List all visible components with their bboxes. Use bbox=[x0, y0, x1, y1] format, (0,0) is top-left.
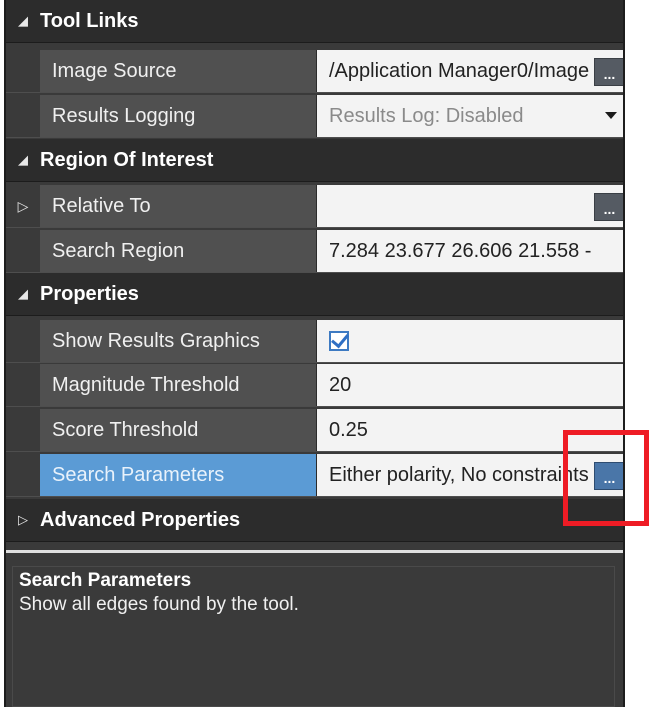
relative-to-value[interactable]: ... bbox=[317, 185, 623, 227]
property-row-results-logging[interactable]: Results Logging Results Log: Disabled bbox=[6, 95, 623, 138]
property-grid-panel: ◢ Tool Links Image Source /Application M… bbox=[4, 0, 625, 707]
property-row-relative-to[interactable]: ▷ Relative To ... bbox=[6, 185, 623, 228]
category-region-of-interest[interactable]: ◢ Region Of Interest bbox=[6, 139, 623, 182]
property-row-score-threshold[interactable]: Score Threshold 0.25 bbox=[6, 409, 623, 452]
expand-triangle-icon[interactable]: ▷ bbox=[6, 185, 40, 227]
description-panel: Search Parameters Show all edges found b… bbox=[12, 566, 615, 707]
description-text: Show all edges found by the tool. bbox=[19, 594, 299, 615]
property-name: Show Results Graphics bbox=[40, 320, 317, 362]
category-advanced-properties[interactable]: ▷ Advanced Properties bbox=[6, 499, 623, 542]
category-label: Tool Links bbox=[40, 9, 139, 32]
show-results-graphics-checkbox[interactable] bbox=[329, 331, 349, 351]
expand-triangle-icon[interactable]: ▷ bbox=[6, 512, 40, 528]
results-logging-dropdown[interactable]: Results Log: Disabled bbox=[317, 95, 623, 137]
property-name: Results Logging bbox=[40, 95, 317, 137]
property-name: Score Threshold bbox=[40, 409, 317, 451]
magnitude-threshold-input[interactable]: 20 bbox=[317, 364, 623, 406]
relative-to-browse-button[interactable]: ... bbox=[594, 193, 623, 221]
collapse-triangle-icon[interactable]: ◢ bbox=[6, 13, 40, 29]
property-name: Image Source bbox=[40, 50, 317, 92]
splitter[interactable] bbox=[6, 550, 623, 553]
collapse-triangle-icon[interactable]: ◢ bbox=[6, 152, 40, 168]
property-name-selected: Search Parameters bbox=[40, 454, 317, 496]
category-label: Advanced Properties bbox=[40, 508, 241, 531]
property-row-magnitude-threshold[interactable]: Magnitude Threshold 20 bbox=[6, 364, 623, 407]
property-name: Relative To bbox=[40, 185, 317, 227]
image-source-browse-button[interactable]: ... bbox=[594, 58, 623, 86]
category-label: Region Of Interest bbox=[40, 148, 214, 171]
property-row-image-source[interactable]: Image Source /Application Manager0/Image… bbox=[6, 50, 623, 93]
category-tool-links[interactable]: ◢ Tool Links bbox=[6, 0, 623, 43]
property-name: Magnitude Threshold bbox=[40, 364, 317, 406]
chevron-down-icon[interactable] bbox=[605, 112, 617, 119]
category-properties[interactable]: ◢ Properties bbox=[6, 273, 623, 316]
search-region-value[interactable]: 7.284 23.677 26.606 21.558 - bbox=[317, 230, 623, 272]
property-name: Search Region bbox=[40, 230, 317, 272]
category-label: Properties bbox=[40, 282, 139, 305]
property-row-search-parameters[interactable]: Search Parameters Either polarity, No co… bbox=[6, 454, 623, 497]
annotation-highlight-box bbox=[563, 430, 649, 526]
property-row-search-region[interactable]: Search Region 7.284 23.677 26.606 21.558… bbox=[6, 230, 623, 273]
image-source-value[interactable]: /Application Manager0/Image Source ... bbox=[317, 50, 623, 92]
description-title: Search Parameters bbox=[19, 570, 192, 591]
property-row-show-results-graphics[interactable]: Show Results Graphics bbox=[6, 320, 623, 363]
collapse-triangle-icon[interactable]: ◢ bbox=[6, 286, 40, 302]
show-results-graphics-value[interactable] bbox=[317, 320, 623, 362]
